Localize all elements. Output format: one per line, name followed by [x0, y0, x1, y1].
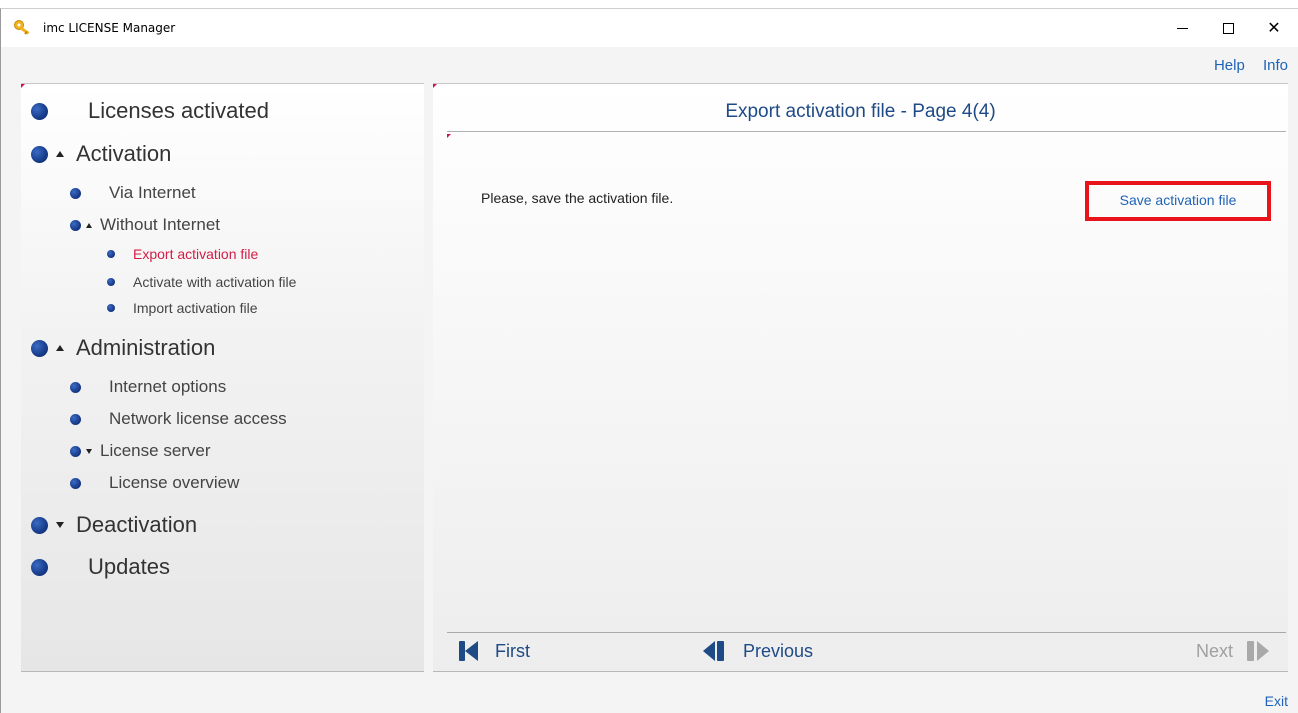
- nav-label: Administration: [76, 335, 216, 360]
- previous-label: Previous: [743, 640, 814, 661]
- nav-label: Without Internet: [100, 215, 221, 234]
- previous-page-icon: [703, 641, 724, 661]
- bullet-icon: [70, 413, 81, 425]
- maximize-button[interactable]: [1205, 9, 1251, 47]
- nav-import-activation-file[interactable]: Import activation file: [107, 300, 258, 316]
- footer-divider: [447, 632, 1286, 633]
- bullet-icon: [70, 381, 81, 393]
- nav-without-internet[interactable]: Without Internet: [70, 215, 220, 235]
- save-link-label: Save activation file: [1119, 192, 1237, 208]
- bullet-icon: [70, 477, 81, 489]
- expand-arrow-icon: [86, 448, 92, 454]
- nav-license-overview[interactable]: License overview: [70, 473, 239, 493]
- window-title: imc LICENSE Manager: [43, 21, 176, 35]
- nav-network-license-access[interactable]: Network license access: [70, 409, 287, 429]
- nav-activate-with-activation-file[interactable]: Activate with activation file: [107, 274, 296, 290]
- maximize-icon: [1222, 22, 1234, 34]
- nav-administration[interactable]: Administration: [31, 335, 215, 361]
- nav-deactivation[interactable]: Deactivation: [31, 512, 197, 538]
- top-links: Help Info: [1200, 57, 1288, 74]
- first-button[interactable]: First: [459, 640, 530, 662]
- nav-activation[interactable]: Activation: [31, 141, 171, 167]
- nav-label: Internet options: [109, 377, 227, 396]
- collapse-arrow-icon: [56, 151, 64, 157]
- nav-label: Via Internet: [109, 183, 196, 202]
- bullet-icon: [107, 278, 115, 286]
- content-panel: Export activation file - Page 4(4) Pleas…: [433, 83, 1288, 672]
- minimize-button[interactable]: [1159, 9, 1205, 47]
- bullet-icon: [31, 102, 48, 120]
- nav-label: Activate with activation file: [133, 274, 297, 290]
- nav-label: Licenses activated: [88, 98, 269, 123]
- exit-link[interactable]: Exit: [1265, 693, 1288, 709]
- first-label: First: [495, 640, 530, 661]
- collapse-arrow-icon: [56, 345, 64, 351]
- nav-label: Import activation file: [133, 300, 258, 316]
- key-icon: [14, 20, 30, 35]
- info-link[interactable]: Info: [1263, 57, 1288, 74]
- collapse-arrow-icon: [86, 222, 92, 228]
- bullet-icon: [107, 304, 115, 312]
- bullet-icon: [70, 445, 81, 457]
- app-window: imc LICENSE Manager ✕ Help Info Licenses…: [0, 8, 1298, 713]
- cropped-top-text: [0, 0, 1298, 8]
- next-button[interactable]: Next: [1196, 640, 1270, 662]
- nav-label: License overview: [109, 473, 240, 492]
- nav-label: License server: [100, 441, 211, 460]
- nav-licenses-activated[interactable]: Licenses activated: [31, 98, 269, 124]
- next-page-icon: [1247, 641, 1270, 661]
- nav-license-server[interactable]: License server: [70, 441, 211, 461]
- nav-label: Network license access: [109, 409, 287, 428]
- nav-label: Updates: [88, 554, 170, 579]
- minimize-icon: [1176, 27, 1188, 29]
- corner-marker-icon: [447, 134, 451, 138]
- bullet-icon: [31, 516, 48, 534]
- title-bar: imc LICENSE Manager ✕: [1, 9, 1298, 47]
- save-activation-file-link[interactable]: Save activation file: [1085, 181, 1271, 221]
- title-divider: [447, 131, 1286, 132]
- expand-arrow-icon: [56, 522, 64, 528]
- instruction-text: Please, save the activation file.: [481, 190, 674, 206]
- nav-label: Export activation file: [133, 246, 259, 262]
- first-page-icon: [459, 641, 478, 661]
- bullet-icon: [70, 187, 81, 199]
- bullet-icon: [107, 250, 115, 258]
- nav-label: Activation: [76, 141, 172, 166]
- bullet-icon: [31, 339, 48, 357]
- nav-export-activation-file[interactable]: Export activation file: [107, 246, 258, 262]
- next-label: Next: [1196, 640, 1234, 661]
- bullet-icon: [70, 219, 81, 231]
- help-link[interactable]: Help: [1214, 57, 1245, 74]
- page-title: Export activation file - Page 4(4): [725, 101, 996, 122]
- nav-updates[interactable]: Updates: [31, 554, 170, 580]
- nav-internet-options[interactable]: Internet options: [70, 377, 226, 397]
- close-button[interactable]: ✕: [1251, 9, 1297, 47]
- bullet-icon: [31, 558, 48, 576]
- nav-via-internet[interactable]: Via Internet: [70, 183, 196, 203]
- previous-button[interactable]: Previous: [703, 640, 813, 662]
- bullet-icon: [31, 145, 48, 163]
- nav-label: Deactivation: [76, 512, 198, 537]
- corner-marker-icon: [433, 84, 437, 88]
- navigation-panel: Licenses activated Activation Via Intern…: [21, 83, 424, 672]
- corner-marker-icon: [21, 84, 25, 88]
- close-icon: ✕: [1267, 20, 1281, 37]
